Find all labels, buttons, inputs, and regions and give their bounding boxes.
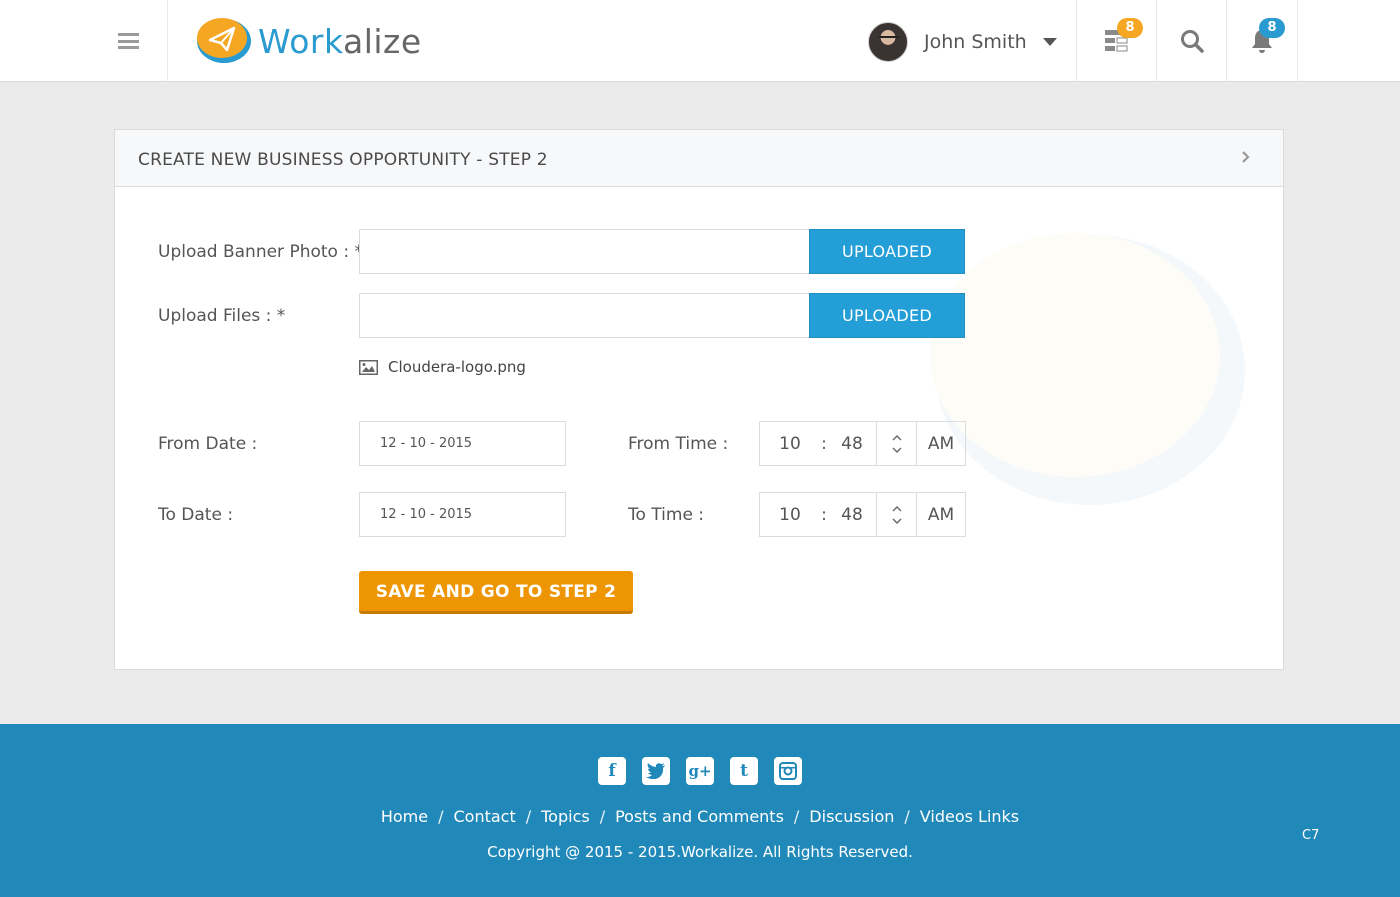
opportunity-form-panel: CREATE NEW BUSINESS OPPORTUNITY - STEP 2… bbox=[114, 129, 1284, 670]
footer-link-discussion[interactable]: Discussion bbox=[809, 807, 894, 826]
top-header: Workalize John Smith 8 8 bbox=[0, 0, 1400, 82]
banner-upload-button[interactable]: UPLOADED bbox=[809, 229, 965, 274]
footer-link-home[interactable]: Home bbox=[381, 807, 428, 826]
time-separator: : bbox=[821, 504, 827, 525]
user-menu[interactable]: John Smith bbox=[868, 22, 1057, 62]
to-ampm-toggle[interactable]: AM bbox=[916, 493, 965, 536]
banner-photo-field[interactable] bbox=[359, 229, 811, 274]
from-time-stepper[interactable] bbox=[876, 422, 916, 465]
footer-link-posts[interactable]: Posts and Comments bbox=[615, 807, 784, 826]
tumblr-icon[interactable]: t bbox=[730, 757, 758, 785]
search-button[interactable] bbox=[1156, 0, 1226, 82]
footer-link-topics[interactable]: Topics bbox=[541, 807, 590, 826]
upload-files-field[interactable] bbox=[359, 293, 811, 338]
page-title: CREATE NEW BUSINESS OPPORTUNITY - STEP 2 bbox=[138, 150, 548, 170]
copyright: Copyright @ 2015 - 2015.Workalize. All R… bbox=[487, 843, 913, 861]
hamburger-menu-button[interactable] bbox=[90, 0, 168, 82]
instagram-icon[interactable] bbox=[774, 757, 802, 785]
from-date-input[interactable]: 12 - 10 - 2015 bbox=[359, 421, 566, 466]
to-time-stepper[interactable] bbox=[876, 493, 916, 536]
to-date-label: To Date : bbox=[158, 505, 234, 525]
banner-photo-label: Upload Banner Photo : * bbox=[158, 242, 363, 262]
google-plus-icon[interactable]: g+ bbox=[686, 757, 714, 785]
upload-files-label: Upload Files : * bbox=[158, 306, 286, 326]
user-name: John Smith bbox=[924, 31, 1027, 53]
chevron-up-icon[interactable] bbox=[892, 434, 902, 441]
twitter-icon[interactable] bbox=[642, 757, 670, 785]
from-hour-input[interactable]: 10 bbox=[760, 434, 820, 454]
footer: f g+ t Home / Contact / Topics / Posts and Com… bbox=[0, 724, 1400, 897]
uploaded-file-name: Cloudera-logo.png bbox=[388, 358, 526, 376]
search-icon bbox=[1180, 30, 1204, 53]
to-hour-input[interactable]: 10 bbox=[760, 505, 820, 525]
chevron-down-icon[interactable] bbox=[892, 518, 902, 524]
facebook-icon[interactable]: f bbox=[598, 757, 626, 785]
messages-button[interactable]: 8 bbox=[1076, 0, 1156, 82]
social-links: f g+ t bbox=[598, 757, 802, 785]
to-time-label: To Time : bbox=[628, 505, 705, 525]
from-ampm-toggle[interactable]: AM bbox=[916, 422, 965, 465]
from-minute-input[interactable]: 48 bbox=[828, 434, 876, 454]
time-separator: : bbox=[821, 433, 827, 454]
footer-link-contact[interactable]: Contact bbox=[453, 807, 515, 826]
notifications-button[interactable]: 8 bbox=[1226, 0, 1298, 82]
chevron-right-icon[interactable] bbox=[1239, 150, 1253, 164]
from-time-picker: 10 : 48 AM bbox=[759, 421, 966, 466]
from-time-label: From Time : bbox=[628, 434, 729, 454]
from-date-label: From Date : bbox=[158, 434, 258, 454]
avatar bbox=[868, 22, 908, 62]
panel-header: CREATE NEW BUSINESS OPPORTUNITY - STEP 2 bbox=[115, 130, 1283, 187]
chevron-up-icon[interactable] bbox=[892, 505, 902, 512]
footer-nav: Home / Contact / Topics / Posts and Comments / D… bbox=[380, 807, 1020, 826]
logo[interactable]: Workalize bbox=[194, 16, 422, 66]
caret-down-icon bbox=[1042, 38, 1057, 46]
save-and-continue-button[interactable]: SAVE AND GO TO STEP 2 bbox=[359, 571, 633, 614]
files-upload-button[interactable]: UPLOADED bbox=[809, 293, 965, 338]
menu-icon bbox=[118, 33, 139, 49]
to-minute-input[interactable]: 48 bbox=[828, 505, 876, 525]
twitter-bird-glyph bbox=[646, 763, 665, 779]
to-time-picker: 10 : 48 AM bbox=[759, 492, 966, 537]
uploaded-file-item[interactable]: Cloudera-logo.png bbox=[359, 358, 526, 376]
instagram-camera-glyph bbox=[779, 762, 797, 780]
paper-plane-logo-icon bbox=[197, 18, 251, 63]
logo-text: Workalize bbox=[258, 21, 422, 61]
page-code: C7 bbox=[1302, 828, 1320, 843]
notifications-count-badge: 8 bbox=[1259, 18, 1285, 38]
messages-count-badge: 8 bbox=[1117, 18, 1143, 38]
to-date-input[interactable]: 12 - 10 - 2015 bbox=[359, 492, 566, 537]
chevron-down-icon[interactable] bbox=[892, 447, 902, 453]
image-file-icon bbox=[359, 359, 378, 375]
footer-link-videos[interactable]: Videos Links bbox=[920, 807, 1019, 826]
